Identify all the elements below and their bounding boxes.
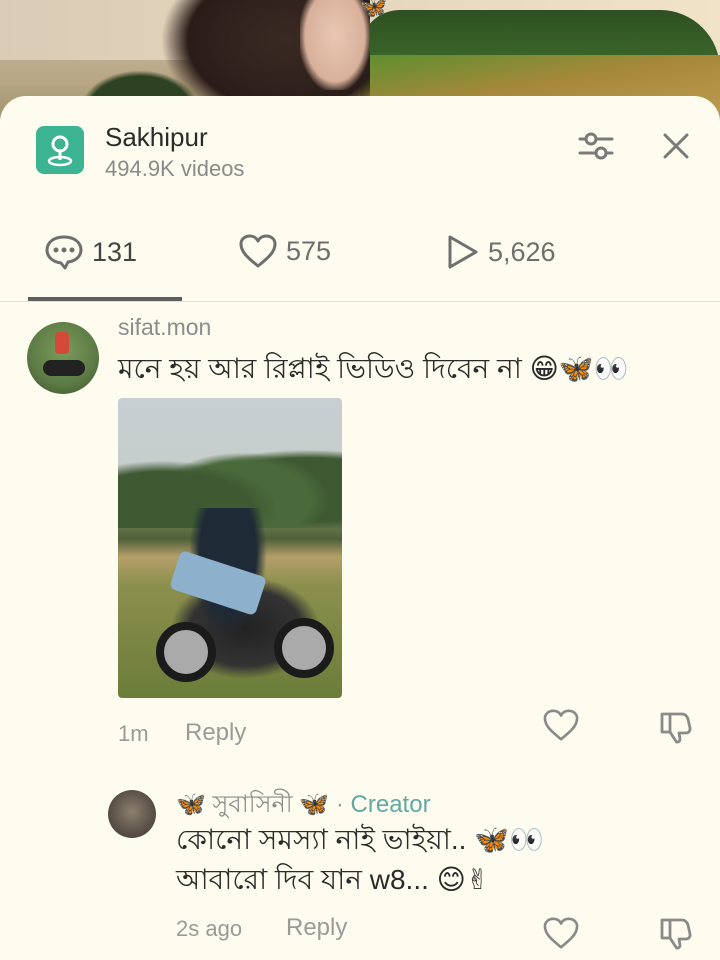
heart-icon bbox=[239, 234, 277, 268]
comment-username[interactable]: sifat.mon bbox=[118, 314, 211, 341]
comment-icon bbox=[45, 235, 83, 270]
reply-dislike-icon[interactable] bbox=[658, 914, 694, 955]
reply-username[interactable]: 🦋 সুবাসিনী 🦋 bbox=[176, 791, 329, 818]
play-icon bbox=[448, 235, 478, 269]
tab-likes[interactable]: 575 bbox=[238, 233, 331, 269]
reply-like-icon[interactable] bbox=[542, 916, 580, 955]
filter-icon[interactable] bbox=[574, 124, 618, 168]
location-icon[interactable] bbox=[36, 126, 84, 174]
reply-text-line1: কোনো সমস্যা নাই ভাইয়া.. 🦋👀 bbox=[176, 824, 544, 855]
stats-bar: 131 575 5,626 bbox=[0, 221, 720, 301]
comment-count: 131 bbox=[92, 236, 138, 267]
butterfly-icon: 🦋 bbox=[360, 0, 388, 19]
reply-button[interactable]: Reply bbox=[185, 719, 246, 747]
close-icon[interactable] bbox=[654, 124, 698, 168]
photo-wheel-back bbox=[274, 618, 334, 678]
reply-reply-button[interactable]: Reply bbox=[286, 914, 347, 942]
dislike-icon[interactable] bbox=[658, 708, 694, 749]
location-title[interactable]: Sakhipur bbox=[105, 122, 208, 153]
reply-time: 2s ago bbox=[176, 916, 243, 941]
tab-views[interactable]: 5,626 bbox=[444, 233, 556, 271]
like-comment-icon[interactable] bbox=[542, 708, 580, 747]
tab-comments[interactable]: 131 bbox=[44, 233, 137, 271]
location-video-count: 494.9K videos bbox=[105, 156, 245, 181]
reply-text-line2: আবারো দিব যান w8... 😊✌ bbox=[176, 864, 490, 895]
view-count: 5,626 bbox=[488, 236, 556, 267]
divider bbox=[0, 301, 720, 302]
panel-header: Sakhipur 494.9K videos bbox=[0, 96, 720, 196]
creator-badge: Creator bbox=[350, 791, 431, 818]
comment-photo[interactable] bbox=[118, 398, 342, 698]
comment-text: মনে হয় আর রিপ্লাই ভিডিও দিবেন না 😁🦋👀 bbox=[118, 353, 629, 384]
reply-avatar[interactable] bbox=[108, 790, 156, 838]
comment-time: 1m bbox=[118, 721, 149, 746]
like-count: 575 bbox=[286, 235, 332, 266]
comments-panel: Sakhipur 494.9K videos 131 575 5,626 sif… bbox=[0, 96, 720, 960]
avatar[interactable] bbox=[27, 322, 99, 394]
